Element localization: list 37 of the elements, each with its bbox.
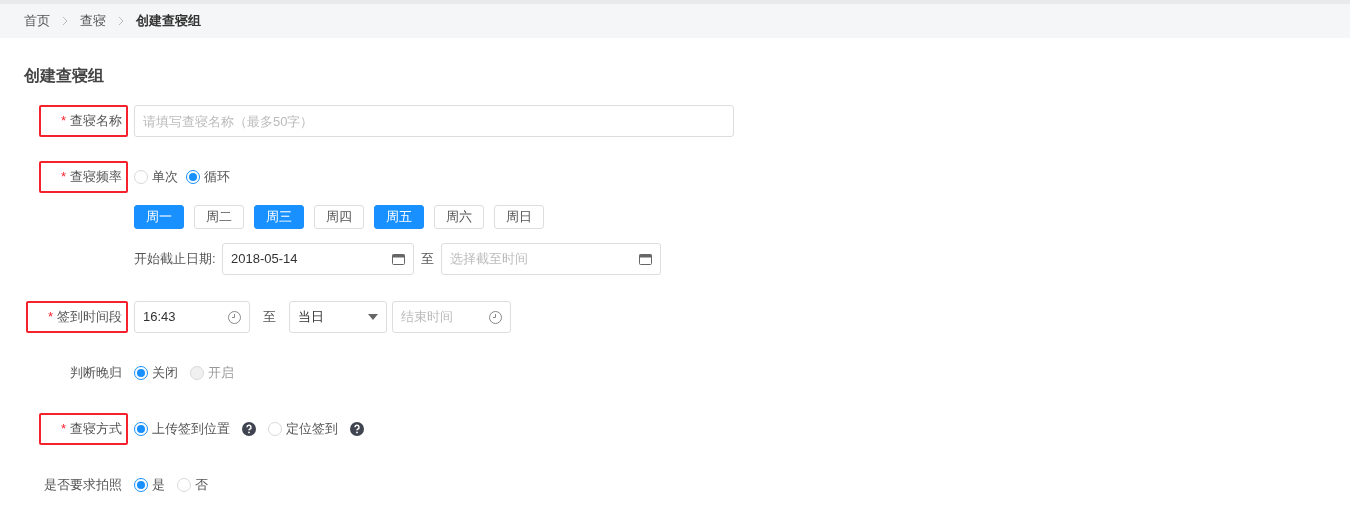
range-separator: 至 [263, 308, 276, 327]
weekday-toggle[interactable]: 周六 [434, 205, 484, 229]
field-label: 判断晚归 [69, 364, 123, 383]
breadcrumb-item: 创建查寝组 [136, 12, 201, 31]
weekday-toggle[interactable]: 周四 [314, 205, 364, 229]
help-icon[interactable] [242, 422, 256, 436]
clock-icon [489, 310, 502, 324]
radio-option[interactable]: 关闭 [134, 363, 178, 383]
calendar-icon [392, 253, 405, 265]
start-time-field[interactable]: 16:43 [134, 301, 250, 333]
text-field[interactable]: 请填写查寝名称（最多50字） [134, 105, 734, 137]
help-icon[interactable] [350, 422, 364, 436]
field-label: * 查寝名称 [38, 105, 128, 137]
start-date-field[interactable]: 2018-05-14 [222, 243, 414, 275]
radio-option[interactable]: 定位签到 [268, 419, 338, 439]
field-label: * 查寝频率 [38, 161, 128, 193]
page-title: 创建查寝组 [24, 66, 105, 86]
radio-option[interactable]: 单次 [134, 167, 178, 187]
field-label: * 签到时间段 [25, 301, 128, 333]
date-range-label: 开始截止日期: [134, 250, 217, 269]
caret-icon [368, 314, 378, 320]
breadcrumb-item[interactable]: 首页 [24, 11, 50, 31]
range-separator: 至 [421, 250, 434, 269]
day-select[interactable]: 当日 [289, 301, 387, 333]
field-label: 是否要求拍照 [43, 476, 123, 495]
radio-option[interactable]: 上传签到位置 [134, 419, 230, 439]
radio-option[interactable]: 是 [134, 475, 165, 495]
calendar-icon [639, 253, 652, 265]
radio-option[interactable]: 循环 [186, 167, 230, 187]
breadcrumb-item[interactable]: 查寝 [80, 11, 106, 31]
field-label: * 查寝方式 [38, 413, 128, 445]
chevron-icon [62, 16, 68, 26]
weekday-toggle[interactable]: 周日 [494, 205, 544, 229]
clock-icon [228, 310, 241, 324]
chevron-icon [118, 16, 124, 26]
radio-option[interactable]: 否 [177, 475, 208, 495]
weekday-toggle[interactable]: 周二 [194, 205, 244, 229]
